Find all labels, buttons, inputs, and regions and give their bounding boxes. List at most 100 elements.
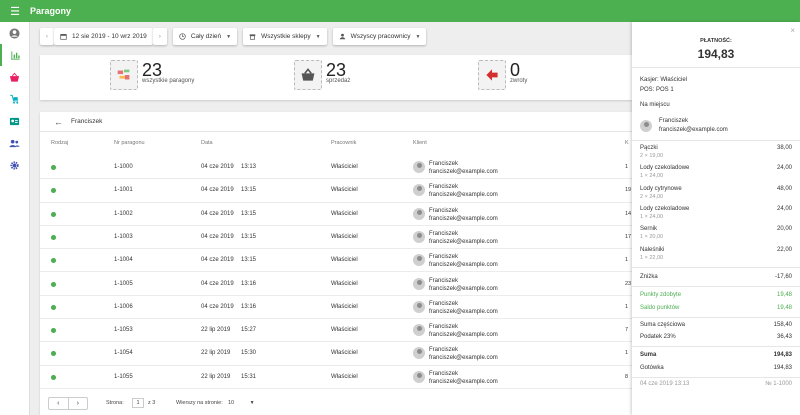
receipt-cut-value: 23 [625, 280, 632, 287]
nav-basket-icon[interactable] [0, 66, 29, 88]
app-bar: ☰ Paragony [0, 0, 800, 22]
status-dot-icon [51, 351, 56, 357]
stat-label: sprzedaż [326, 78, 351, 84]
receipt-time: 13:15 [241, 187, 257, 194]
nav-products-icon[interactable] [0, 88, 29, 110]
table-row[interactable]: 1-1005 04 cze 2019 13:16 Właściciel Francisz… [40, 273, 632, 296]
date-range-button[interactable]: 12 sie 2019 - 10 wrz 2019 [54, 28, 153, 45]
receipt-date: 04 cze 2019 [201, 303, 234, 310]
client-name: Franciszek [429, 184, 459, 191]
item-name: Pączki [640, 145, 658, 151]
status-dot-icon [51, 328, 56, 334]
shop-filter-dropdown[interactable]: Wszystkie sklepy ▼ [243, 28, 327, 45]
client-avatar [640, 120, 652, 132]
receipt-date: 04 cze 2019 [201, 233, 234, 240]
divider [632, 67, 800, 68]
close-icon[interactable]: × [790, 26, 795, 35]
employee-filter-dropdown[interactable]: Wszyscy pracownicy ▼ [332, 28, 427, 45]
item-price: 22,00 [776, 246, 792, 253]
sum-label: Suma [640, 352, 657, 358]
receipt-header: PŁATNOŚĆ: 194,83 [632, 22, 800, 61]
col-employee[interactable]: Pracownik [331, 140, 356, 146]
client-avatar [413, 161, 425, 173]
client-email: franciszek@example.com [429, 308, 498, 315]
page-prev-button[interactable]: ‹ [49, 398, 69, 409]
receipt-number: 1-1054 [114, 350, 133, 357]
client-name: Franciszek [429, 300, 459, 307]
stat-all-receipts[interactable]: 23 wszystkie paragony [110, 60, 194, 90]
receipt-date: 22 lip 2019 [201, 373, 231, 380]
receipt-time: 13:13 [241, 164, 257, 170]
col-cut[interactable]: K [625, 140, 629, 146]
receipts-icon [110, 60, 138, 90]
item-qty: 1 × 20,00 [640, 234, 664, 241]
receipt-date: 04 cze 2019 [201, 187, 234, 194]
time-filter-dropdown[interactable]: Cały dzień ▼ [172, 28, 238, 45]
divider [632, 346, 800, 347]
nav-clients-icon[interactable] [0, 132, 29, 154]
item-name: Lody czekoladowe [640, 205, 690, 212]
page-next-button[interactable]: › [69, 398, 88, 409]
item-price: 20,00 [776, 226, 792, 233]
rows-per-page-select[interactable]: 10 ▼ [228, 400, 255, 406]
points-balance-value: 19,48 [776, 305, 792, 311]
item-name: Sernik [640, 226, 658, 233]
nav-profile-icon[interactable] [0, 22, 29, 44]
receipt-cut-value: 1 [625, 164, 629, 170]
person-icon [339, 33, 345, 40]
receipt-employee: Właściciel [331, 187, 358, 194]
table-row[interactable]: 1-1053 22 lip 2019 15:27 Właściciel Francisz… [40, 319, 632, 343]
client-email: franciszek@example.com [429, 332, 498, 339]
stat-value: 23 [326, 60, 347, 80]
col-date[interactable]: Data [201, 140, 213, 146]
card-header: ← Franciszek [40, 112, 632, 132]
receipt-number: 1-1005 [114, 280, 133, 287]
discount-value: -17,60 [774, 274, 792, 280]
client-avatar [413, 300, 425, 313]
nav-employees-icon[interactable] [0, 110, 29, 132]
client-name: Franciszek [429, 277, 459, 284]
points-earned-value: 19,48 [776, 292, 792, 298]
table-row[interactable]: 1-1003 04 cze 2019 13:15 Właściciel Francisz… [40, 226, 632, 250]
table-row[interactable]: 1-1055 22 lip 2019 15:31 Właściciel Francisz… [40, 366, 632, 389]
col-client[interactable]: Klient [413, 140, 427, 146]
subtotal-label: Suma częściowa [640, 322, 686, 328]
item-qty: 2 × 19,00 [640, 153, 664, 159]
back-arrow-icon[interactable]: ← [54, 117, 63, 127]
table-row[interactable]: 1-1001 04 cze 2019 13:15 Właściciel Francisz… [40, 179, 632, 203]
client-avatar [413, 230, 425, 243]
table-row[interactable]: 1-1006 04 cze 2019 13:16 Właściciel Francisz… [40, 296, 632, 320]
nav-reports-icon[interactable] [0, 44, 29, 66]
table-row[interactable]: 1-1004 04 cze 2019 13:15 Właściciel Francisz… [40, 249, 632, 273]
date-next-button[interactable]: › [152, 28, 167, 45]
client-email: franciszek@example.com [429, 355, 498, 362]
receipt-number: 1-1004 [114, 257, 133, 264]
cash-label: Gotówka [640, 365, 664, 371]
receipt-cut-value: 8 [625, 373, 629, 380]
item-name: Naleśniki [640, 246, 665, 253]
status-dot-icon [51, 258, 56, 264]
item-price: 48,00 [776, 185, 792, 192]
divider [632, 286, 800, 287]
table-row[interactable]: 1-1054 22 lip 2019 15:30 Właściciel Francisz… [40, 342, 632, 366]
stat-value: 23 [142, 60, 163, 80]
stat-sales[interactable]: 23 sprzedaż [294, 60, 350, 90]
status-dot-icon [51, 304, 56, 310]
shop-filter-label: Wszystkie sklepy [261, 33, 311, 40]
table-row[interactable]: 1-1002 04 cze 2019 13:15 Właściciel Francisz… [40, 203, 632, 226]
rows-per-page-label: Wierszy na stronie: [176, 400, 223, 406]
page-of: z 3 [148, 400, 156, 406]
stat-returns[interactable]: 0 zwroty [478, 60, 527, 90]
col-type[interactable]: Rodzaj [51, 140, 68, 146]
receipt-client-name: Franciszek [659, 118, 689, 124]
client-name: Franciszek [429, 230, 459, 237]
client-email: franciszek@example.com [429, 238, 498, 245]
col-number[interactable]: Nr paragonu [114, 140, 145, 146]
date-prev-button[interactable]: ‹ [40, 28, 54, 45]
menu-icon[interactable]: ☰ [0, 5, 30, 18]
table-row[interactable]: 1-1000 04 cze 2019 13:13 Właściciel Francisz… [40, 156, 632, 180]
page-input[interactable]: 1 [132, 398, 144, 408]
receipt-cut-value: 17 [625, 233, 632, 240]
nav-settings-icon[interactable] [0, 154, 29, 176]
client-cell: Franciszek franciszek@example.com [429, 160, 498, 176]
